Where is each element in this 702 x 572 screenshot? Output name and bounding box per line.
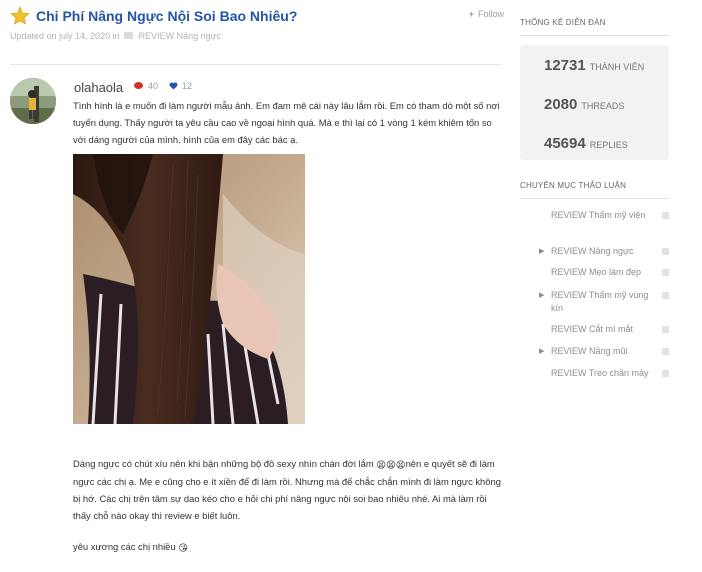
category-label: REVIEW Nâng mũi [551, 346, 628, 356]
post-paragraph-1: Tình hình là e muốn đi làm người mẫu ảnh… [73, 100, 500, 145]
post-paragraph-3: yêu xương các chị nhiều 😘 [73, 538, 501, 556]
folder-icon [124, 32, 134, 40]
thread-header: Chi Phí Nâng Ngực Nội Soi Bao Nhiêu? + Fo… [10, 6, 504, 28]
tired-face-emoji: 😫😫😫 [376, 459, 406, 471]
category-label: REVIEW Treo chân mày [551, 368, 649, 378]
category-marker [662, 326, 669, 333]
category-marker [662, 348, 669, 355]
stat-members-label: THÀNH VIÊN [589, 62, 645, 72]
stat-threads: 2080 THREADS [544, 96, 624, 114]
forum-stats-heading: THỐNG KÊ DIỄN ĐÀN [520, 18, 606, 27]
stat-replies: 45694 REPLIES [544, 135, 628, 153]
paragraph-3-text: yêu xương các chị nhiều [73, 541, 179, 552]
comment-count: 40 [134, 81, 158, 91]
divider [520, 198, 670, 199]
post-photo[interactable] [73, 154, 305, 424]
plus-icon: + [468, 9, 474, 19]
category-label: REVIEW Thẩm mỹ vùng kín [551, 290, 649, 313]
stat-members: 12731 THÀNH VIÊN [544, 57, 644, 75]
follow-button[interactable]: + Follow [469, 9, 504, 19]
divider [520, 35, 670, 36]
category-label: REVIEW Thẩm mỹ viện [551, 210, 646, 220]
category-label: REVIEW Cắt mí mắt [551, 324, 634, 334]
categories-heading: CHUYÊN MỤC THẢO LUẬN [520, 181, 627, 190]
follow-label: Follow [477, 9, 504, 19]
bullet-arrow-icon: ▶ [539, 248, 545, 255]
stat-replies-label: REPLIES [589, 140, 628, 150]
category-label: REVIEW Mẹo làm đẹp [551, 267, 642, 277]
stat-threads-value: 2080 [544, 96, 578, 113]
divider [10, 64, 501, 65]
category-marker [662, 370, 669, 377]
category-marker [662, 292, 669, 299]
post-paragraph-2: Dáng ngực có chút xíu nên khi bận những … [73, 455, 501, 524]
thread-category-link[interactable]: REVIEW Nâng ngực [139, 31, 222, 41]
like-count: 12 [169, 81, 192, 91]
post-author[interactable]: olahaola [74, 80, 123, 95]
bullet-arrow-icon: ▶ [539, 348, 545, 355]
category-label: REVIEW Nâng ngực [551, 246, 634, 256]
category-marker [662, 248, 669, 255]
comment-icon [134, 82, 143, 90]
bullet-arrow-icon: ▶ [539, 292, 545, 299]
thread-title[interactable]: Chi Phí Nâng Ngực Nội Soi Bao Nhiêu? [36, 8, 297, 24]
heart-icon [169, 82, 178, 90]
stat-members-value: 12731 [544, 57, 586, 74]
star-icon [10, 6, 30, 25]
like-count-value: 12 [182, 81, 193, 91]
stat-replies-value: 45694 [544, 135, 586, 152]
forum-stats-box: 12731 THÀNH VIÊN 2080 THREADS 45694 REPLIES [520, 45, 669, 160]
kiss-emoji: 😘 [178, 542, 188, 554]
category-marker [662, 269, 669, 276]
paragraph-2-start: Dáng ngực có chút xíu nên khi bận những … [73, 458, 377, 469]
updated-text: Updated on july 14, 2020 in [10, 31, 120, 41]
avatar[interactable] [10, 78, 56, 124]
category-marker [662, 212, 669, 219]
stat-threads-label: THREADS [581, 101, 625, 111]
thread-meta: Updated on july 14, 2020 in REVIEW Nâng … [10, 31, 221, 41]
comment-count-value: 40 [148, 81, 159, 91]
